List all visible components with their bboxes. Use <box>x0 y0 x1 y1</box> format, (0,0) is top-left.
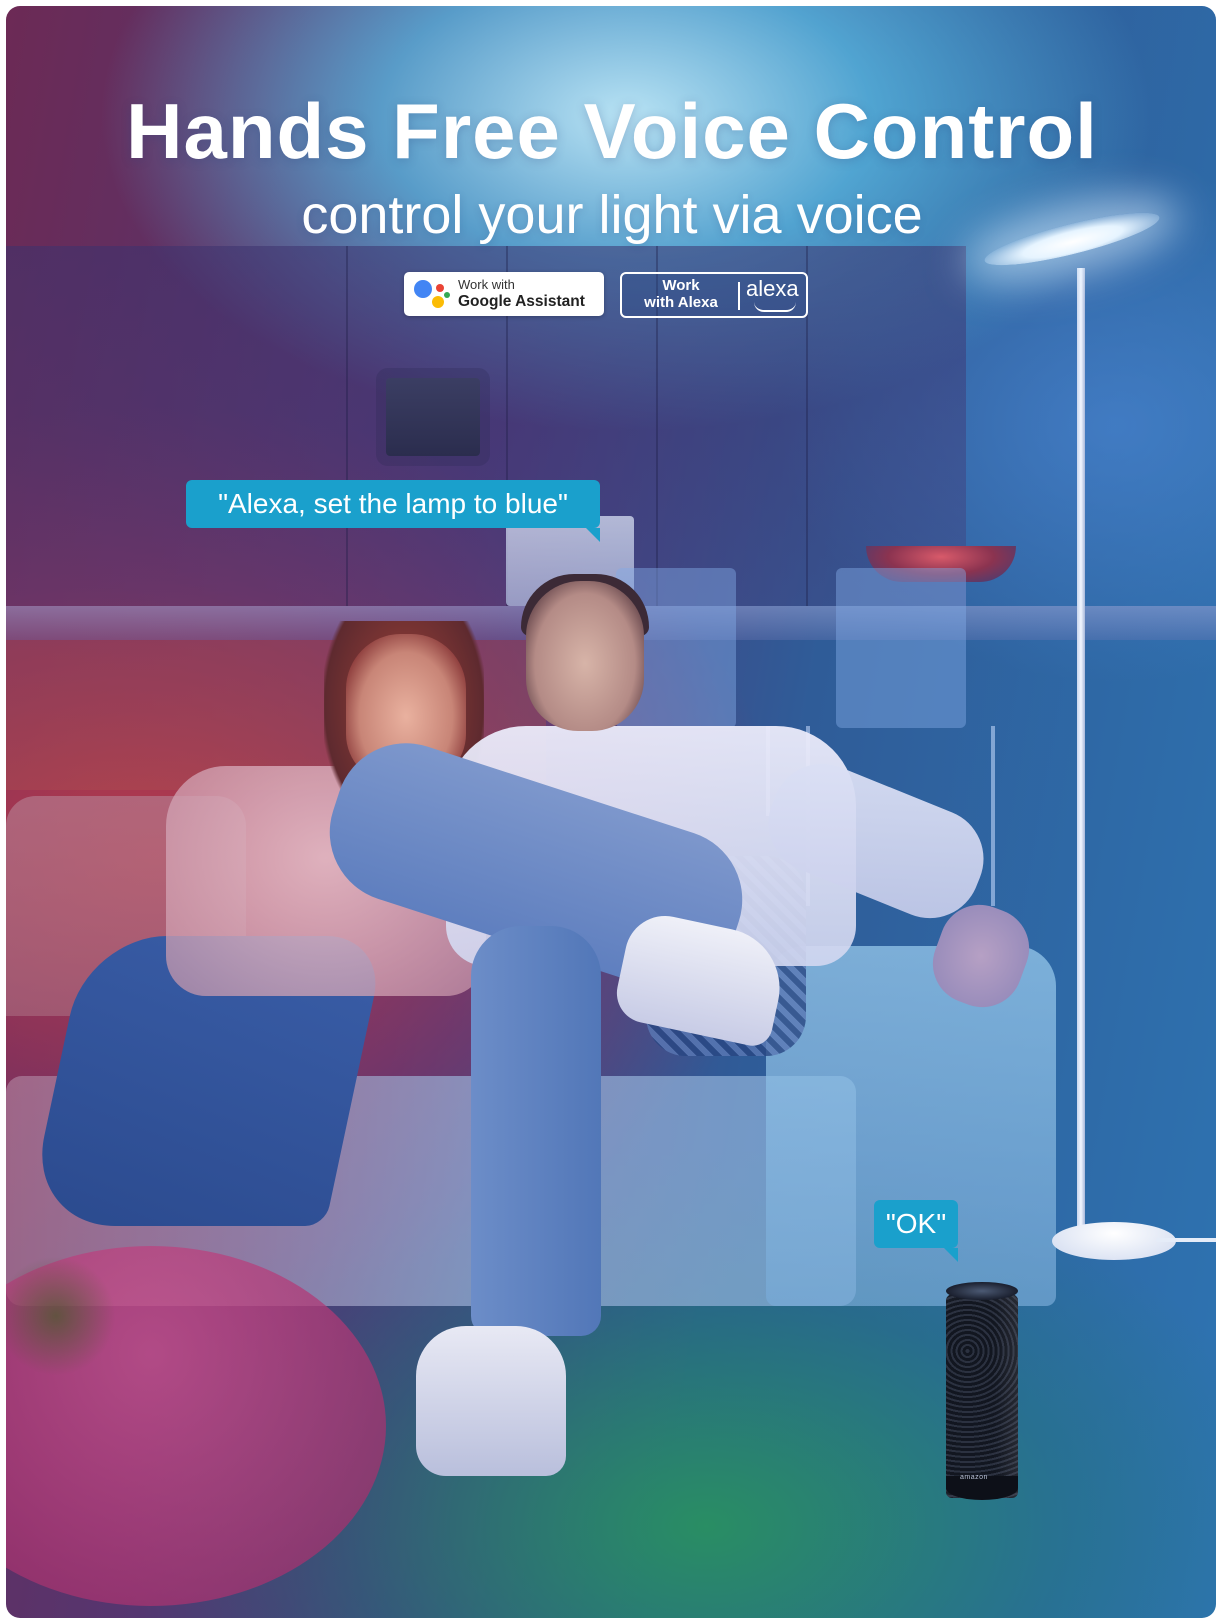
plant <box>6 1256 116 1376</box>
smart-speaker-top <box>946 1282 1018 1300</box>
device-reply-bubble: "OK" <box>874 1200 958 1262</box>
man-sneaker <box>416 1326 566 1476</box>
google-dot-red <box>436 284 444 292</box>
man-shin <box>471 926 601 1336</box>
google-assistant-icon <box>414 278 450 312</box>
google-dot-blue <box>414 280 432 298</box>
speaker-brand-label: amazon <box>960 1474 988 1481</box>
user-voice-command-bubble: "Alexa, set the lamp to blue" <box>186 480 600 542</box>
alexa-badge-text: Work with Alexa <box>632 277 730 311</box>
product-image <box>6 6 1216 1618</box>
headline-subtitle: control your light via voice <box>301 185 923 245</box>
bar-stool-leg <box>991 726 995 906</box>
smart-speaker <box>946 1288 1018 1498</box>
sofa-arm <box>766 946 1056 1306</box>
alexa-badge-line1: Work <box>662 277 700 294</box>
google-dot-green <box>444 292 450 298</box>
cabinet-divider <box>346 246 348 606</box>
google-assistant-badge: Work with Google Assistant <box>404 272 604 316</box>
man-head <box>526 581 644 731</box>
google-dot-yellow <box>432 296 444 308</box>
alexa-smile-icon <box>754 302 796 312</box>
alexa-badge-line2: with Alexa <box>644 294 718 311</box>
alexa-wordmark: alexa <box>746 276 799 301</box>
alexa-badge: Work with Alexa alexa <box>620 272 808 318</box>
wall-oven <box>386 378 480 456</box>
headline-title: Hands Free Voice Control <box>126 87 1098 175</box>
google-badge-line2: Google Assistant <box>458 293 585 310</box>
google-badge-line1: Work with <box>458 277 515 292</box>
floor-lamp-pole <box>1077 268 1085 1238</box>
alexa-badge-divider <box>738 282 740 310</box>
bar-stool <box>836 568 966 728</box>
lamp-power-cord <box>1156 1238 1216 1242</box>
